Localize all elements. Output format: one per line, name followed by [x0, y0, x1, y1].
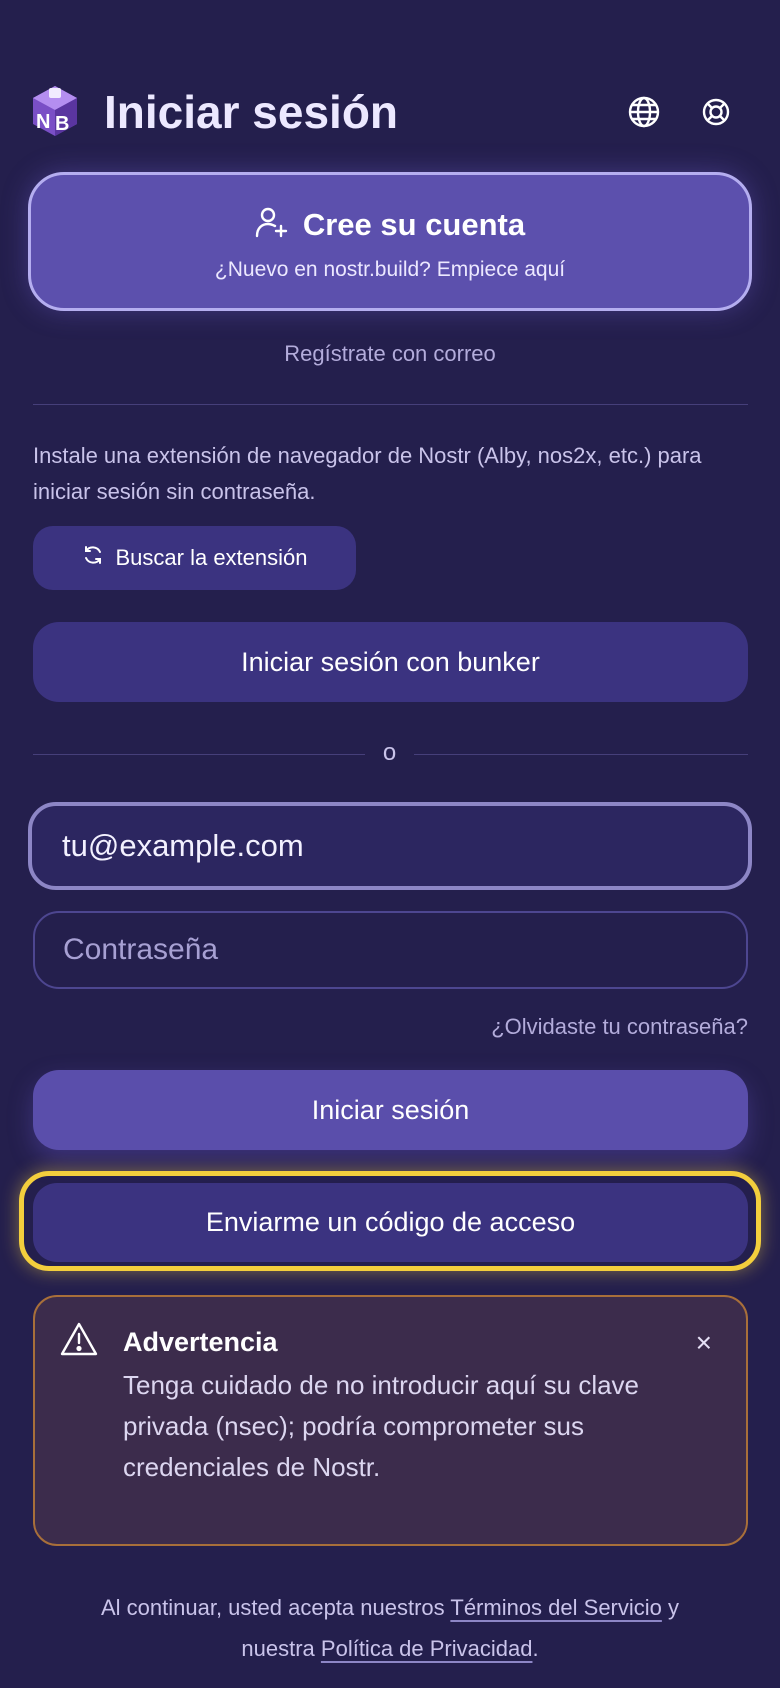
create-account-subtitle: ¿Nuevo en nostr.build? Empiece aquí	[214, 258, 566, 281]
svg-text:N: N	[36, 111, 50, 133]
register-email-link[interactable]: Regístrate con correo	[0, 341, 780, 367]
nostr-build-logo: N B	[30, 84, 80, 138]
globe-icon[interactable]	[625, 93, 663, 131]
bunker-login-button[interactable]: Iniciar sesión con bunker	[33, 622, 748, 702]
create-account-title: Cree su cuenta	[302, 206, 526, 242]
or-label: o	[382, 739, 397, 766]
forgot-password-link[interactable]: ¿Olvidaste tu contraseña?	[491, 1014, 748, 1040]
extension-description: Instale una extensión de navegador de No…	[33, 443, 702, 504]
refresh-icon	[82, 544, 104, 572]
page-title: Iniciar sesión	[104, 86, 399, 138]
send-access-code-button[interactable]: Enviarme un código de acceso	[33, 1183, 748, 1262]
user-plus-icon	[255, 205, 289, 244]
email-field[interactable]: tu@example.com	[28, 802, 752, 890]
warning-title: Advertencia	[123, 1327, 278, 1357]
warning-triangle-icon	[59, 1321, 99, 1362]
footer-prefix: Al continuar, usted acepta nuestros	[100, 1595, 451, 1620]
password-field[interactable]: Contraseña	[33, 911, 748, 989]
search-extension-label: Buscar la extensión	[115, 545, 308, 570]
divider	[33, 404, 748, 405]
create-account-button[interactable]: Cree su cuenta ¿Nuevo en nostr.build? Em…	[28, 172, 752, 311]
or-divider-left	[33, 754, 365, 755]
svg-text:B: B	[55, 113, 69, 135]
legal-footer: Al continuar, usted acepta nuestros Térm…	[80, 1587, 700, 1669]
footer-suffix: .	[532, 1636, 539, 1661]
close-icon[interactable]: ×	[696, 1329, 712, 1357]
or-divider-right	[414, 754, 748, 755]
login-button[interactable]: Iniciar sesión	[33, 1070, 748, 1150]
warning-alert: Advertencia Tenga cuidado de no introduc…	[33, 1295, 748, 1546]
warning-body: Tenga cuidado de no introducir aquí su c…	[123, 1370, 640, 1482]
terms-link[interactable]: Términos del Servicio	[450, 1595, 662, 1620]
lifebuoy-icon[interactable]	[697, 93, 735, 131]
privacy-link[interactable]: Política de Privacidad	[321, 1636, 533, 1661]
search-extension-button[interactable]: Buscar la extensión	[33, 526, 356, 590]
